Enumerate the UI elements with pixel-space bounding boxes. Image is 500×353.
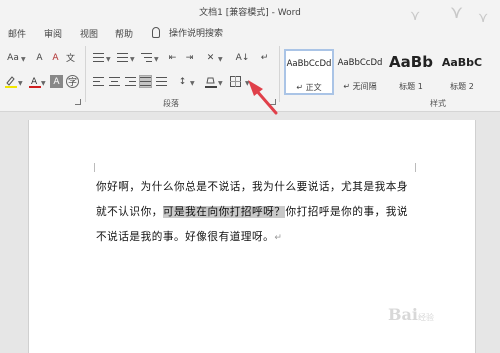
tab-review[interactable]: 审阅 bbox=[44, 27, 62, 40]
character-shading-icon[interactable]: A bbox=[50, 75, 63, 88]
ribbon: Aa ▼ A A 文 ▼ A ▼ A 字 ▼ ▼ ▼ ⇤ ⇥ ✕ ▼ A↓ ↵ bbox=[0, 42, 500, 112]
chevron-down-icon[interactable]: ▼ bbox=[245, 80, 250, 87]
tab-view[interactable]: 视图 bbox=[80, 27, 98, 40]
paragraph-group-label: 段落 bbox=[163, 99, 179, 108]
sort-icon[interactable]: A↓ bbox=[236, 51, 250, 64]
numbering-icon[interactable] bbox=[116, 51, 129, 64]
chevron-down-icon[interactable]: ▼ bbox=[18, 80, 23, 87]
style-name: 标题 1 bbox=[399, 82, 423, 91]
bullets-icon[interactable] bbox=[92, 51, 105, 64]
style-normal[interactable]: AaBbCcDd ↵ 正文 bbox=[284, 49, 334, 95]
font-dialog-launcher-icon[interactable] bbox=[75, 99, 81, 105]
watermark-text: Bai bbox=[388, 305, 418, 324]
style-heading-2[interactable]: AaBbC 标题 2 bbox=[437, 49, 487, 95]
style-sample: AaBb bbox=[389, 53, 433, 71]
chevron-down-icon[interactable]: ▼ bbox=[154, 56, 159, 63]
style-heading-1[interactable]: AaBb 标题 1 bbox=[386, 49, 436, 95]
chevron-down-icon[interactable]: ▼ bbox=[218, 56, 223, 63]
justify-icon[interactable] bbox=[139, 75, 152, 88]
style-name: ↵ 无间隔 bbox=[343, 82, 377, 91]
watermark-logo: Bai经验 bbox=[388, 305, 434, 324]
group-separator bbox=[279, 46, 280, 102]
align-left-icon[interactable] bbox=[92, 75, 105, 88]
tell-me-label: 操作说明搜索 bbox=[169, 28, 224, 39]
style-no-spacing[interactable]: AaBbCcDd ↵ 无间隔 bbox=[335, 49, 385, 95]
multilevel-list-icon[interactable] bbox=[140, 51, 153, 64]
bird-decoration-icon: ⋎ bbox=[450, 2, 464, 23]
lightbulb-icon bbox=[152, 26, 160, 38]
shading-icon[interactable] bbox=[204, 75, 217, 88]
tab-help[interactable]: 帮助 bbox=[115, 27, 133, 40]
highlighted-text: 可是我在向你打招呼呀？ bbox=[162, 206, 286, 218]
increase-indent-icon[interactable]: ⇥ bbox=[183, 51, 196, 64]
font-color-icon[interactable]: A bbox=[28, 75, 41, 88]
title-bar: 文档1 [兼容模式] - Word ⋎ ⋎ ⋎ bbox=[0, 0, 500, 26]
line-spacing-icon[interactable]: ↕ bbox=[176, 75, 189, 88]
chevron-down-icon[interactable]: ▼ bbox=[190, 80, 195, 87]
align-right-icon[interactable] bbox=[124, 75, 137, 88]
align-center-icon[interactable] bbox=[108, 75, 121, 88]
document-body[interactable]: 你好啊，为什么你总是不说话，我为什么要说话，尤其是我本身就不认识你，可是我在向你… bbox=[96, 175, 416, 251]
font-size-button[interactable]: Aa bbox=[4, 51, 22, 64]
paragraph-mark: ↵ bbox=[274, 233, 283, 243]
menu-bar: 邮件 审阅 视图 帮助 操作说明搜索 bbox=[0, 22, 500, 42]
window-title: 文档1 [兼容模式] - Word bbox=[199, 8, 301, 18]
enclose-characters-icon[interactable]: 字 bbox=[66, 75, 79, 88]
distributed-icon[interactable] bbox=[155, 75, 168, 88]
chevron-down-icon[interactable]: ▼ bbox=[218, 80, 223, 87]
svg-text:A: A bbox=[31, 77, 38, 87]
watermark-subtext: 经验 bbox=[417, 313, 434, 322]
chevron-down-icon[interactable]: ▼ bbox=[41, 80, 46, 87]
chevron-down-icon[interactable]: ▼ bbox=[130, 56, 135, 63]
chinese-layout-icon[interactable]: ✕ bbox=[204, 51, 217, 64]
styles-group-label: 样式 bbox=[430, 99, 446, 108]
paragraph-dialog-launcher-icon[interactable] bbox=[270, 99, 276, 105]
group-separator bbox=[85, 46, 86, 102]
decrease-indent-icon[interactable]: ⇤ bbox=[166, 51, 179, 64]
borders-icon[interactable] bbox=[229, 75, 242, 88]
chevron-down-icon[interactable]: ▼ bbox=[21, 56, 26, 63]
style-name: ↵ 正文 bbox=[296, 83, 322, 92]
margin-corner-mark bbox=[415, 163, 416, 172]
margin-corner-mark bbox=[94, 163, 95, 172]
change-case-icon[interactable]: A bbox=[33, 51, 46, 64]
style-name: 标题 2 bbox=[450, 82, 474, 91]
clear-formatting-icon[interactable]: A bbox=[49, 51, 62, 64]
highlight-color-icon[interactable] bbox=[4, 75, 17, 88]
style-sample: AaBbCcDd bbox=[337, 58, 383, 68]
tab-mailings[interactable]: 邮件 bbox=[8, 27, 26, 40]
font-size-label: Aa bbox=[7, 52, 19, 63]
show-marks-icon[interactable]: ↵ bbox=[258, 51, 271, 64]
phonetic-guide-icon[interactable]: 文 bbox=[64, 51, 77, 64]
style-sample: AaBbCcDd bbox=[286, 59, 332, 69]
tell-me-search[interactable]: 操作说明搜索 bbox=[152, 25, 223, 39]
chevron-down-icon[interactable]: ▼ bbox=[106, 56, 111, 63]
style-sample: AaBbC bbox=[441, 56, 483, 69]
